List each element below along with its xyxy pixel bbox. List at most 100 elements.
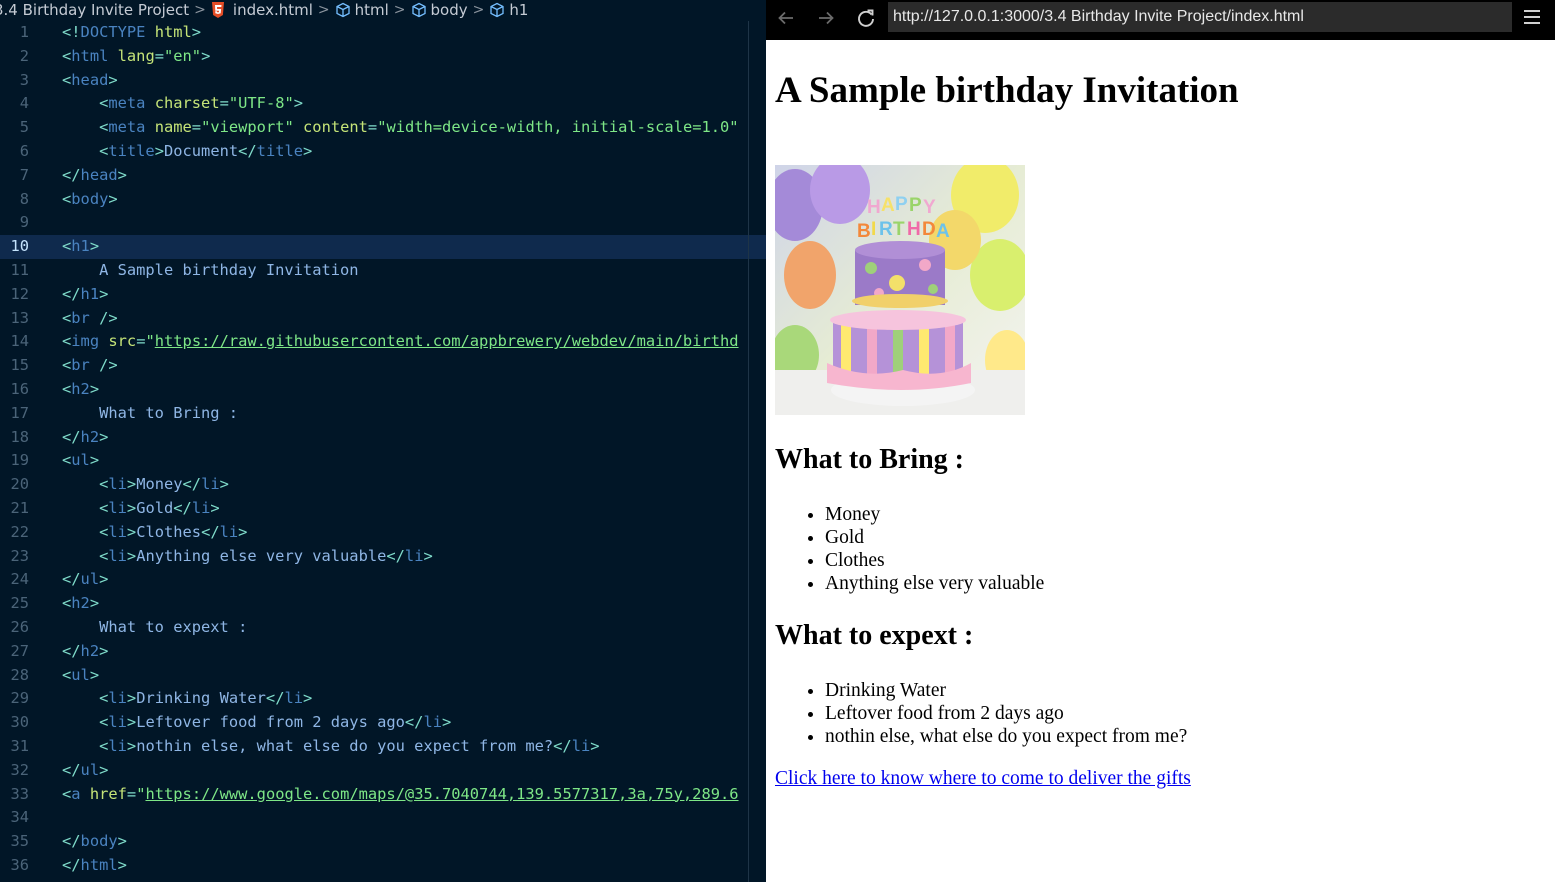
line-text: <h2>	[62, 594, 100, 613]
gifts-location-link[interactable]: Click here to know where to come to deli…	[775, 768, 1191, 790]
code-line[interactable]: 26 What to expext :	[0, 616, 766, 640]
page-heading: A Sample birthday Invitation	[775, 70, 1239, 111]
svg-text:A: A	[881, 195, 895, 216]
code-line[interactable]: 15 <br />	[0, 354, 766, 378]
line-number: 13	[10, 308, 29, 327]
line-number: 3	[19, 70, 29, 89]
line-text: <li>Leftover food from 2 days ago</li>	[99, 713, 452, 732]
svg-text:H: H	[867, 197, 881, 218]
line-text: <meta name="viewport" content="width=dev…	[99, 118, 739, 137]
code-line[interactable]: 29 <li>Drinking Water</li>	[0, 687, 766, 711]
line-number: 32	[10, 760, 29, 779]
chevron-right-icon: >	[194, 2, 206, 18]
line-text: <img src="https://raw.githubusercontent.…	[62, 332, 739, 351]
line-number: 26	[10, 617, 29, 636]
code-line[interactable]: 7 </head>	[0, 164, 766, 188]
line-text: <!DOCTYPE html>	[62, 23, 202, 41]
code-line[interactable]: 13 <br />	[0, 307, 766, 331]
breadcrumb-h1[interactable]: h1	[489, 1, 528, 19]
code-line[interactable]: 23 <li>Anything else very valuable</li>	[0, 545, 766, 569]
breadcrumb: 3.4 Birthday Invite Project > index.html…	[0, 0, 528, 20]
vertical-ruler	[748, 21, 749, 882]
breadcrumb-file[interactable]: index.html	[211, 1, 313, 19]
line-number: 36	[10, 855, 29, 874]
birthday-cake-image: H A P P Y B I R T H D A	[775, 165, 1025, 415]
breadcrumb-body[interactable]: body	[411, 1, 468, 19]
line-text: <br />	[62, 308, 118, 327]
code-line[interactable]: 21 <li>Gold</li>	[0, 497, 766, 521]
line-text: </body>	[62, 832, 127, 851]
code-line[interactable]: 19 <ul>	[0, 449, 766, 473]
svg-text:I: I	[871, 219, 876, 240]
code-line[interactable]: 12 </h1>	[0, 283, 766, 307]
code-line[interactable]: 24 </ul>	[0, 568, 766, 592]
line-text: </ul>	[62, 570, 109, 589]
code-line[interactable]: 35 </body>	[0, 830, 766, 854]
code-line[interactable]: 16 <h2>	[0, 378, 766, 402]
code-line[interactable]: 33 <a href="https://www.google.com/maps/@…	[0, 783, 766, 807]
breadcrumb-folder[interactable]: 3.4 Birthday Invite Project	[0, 1, 189, 19]
line-number: 21	[10, 498, 29, 517]
line-text: <li>Drinking Water</li>	[99, 689, 313, 708]
line-number: 33	[10, 784, 29, 803]
code-line[interactable]: 8 <body>	[0, 188, 766, 212]
svg-text:B: B	[857, 221, 871, 242]
arrow-left-icon[interactable]	[772, 4, 800, 32]
code-editor[interactable]: 3.4 Birthday Invite Project > index.html…	[0, 0, 766, 882]
code-line[interactable]: 28 <ul>	[0, 664, 766, 688]
code-line[interactable]: 34	[0, 806, 766, 830]
code-line[interactable]: 5 <meta name="viewport" content="width=d…	[0, 116, 766, 140]
code-line[interactable]: 25 <h2>	[0, 592, 766, 616]
code-line-current[interactable]: 10 <h1>	[0, 235, 766, 259]
code-line[interactable]: 17 What to Bring :	[0, 402, 766, 426]
line-text: </head>	[62, 165, 127, 184]
line-number: 11	[10, 260, 29, 279]
chevron-right-icon: >	[472, 2, 485, 18]
breadcrumb-html[interactable]: html	[335, 1, 389, 19]
code-line[interactable]: 18 </h2>	[0, 426, 766, 450]
code-line[interactable]: 2 <html lang="en">	[0, 45, 766, 69]
line-number: 18	[10, 427, 29, 446]
line-text: </ul>	[62, 760, 109, 779]
line-number: 14	[10, 332, 29, 351]
line-text: <head>	[62, 70, 118, 89]
svg-text:P: P	[909, 195, 922, 216]
line-text: <title>Document</title>	[99, 141, 313, 160]
line-number: 10	[10, 237, 29, 256]
line-number: 17	[10, 403, 29, 422]
line-text: <ul>	[62, 665, 100, 684]
line-number: 6	[19, 141, 29, 160]
breadcrumb-h1-label: h1	[509, 1, 529, 19]
line-number: 30	[10, 713, 29, 732]
code-line[interactable]: 9	[0, 211, 766, 235]
code-line[interactable]: 32 </ul>	[0, 759, 766, 783]
code-line[interactable]: 14 <img src="https://raw.githubuserconten…	[0, 330, 766, 354]
line-text: <h1>	[62, 237, 100, 256]
arrow-right-icon[interactable]	[812, 4, 840, 32]
code-line[interactable]: 4 <meta charset="UTF-8">	[0, 92, 766, 116]
code-line[interactable]: 3 <head>	[0, 69, 766, 93]
line-number: 25	[10, 594, 29, 613]
breadcrumb-folder-label: 3.4 Birthday Invite Project	[0, 1, 190, 19]
html5-icon	[211, 2, 224, 18]
code-line[interactable]: 6 <title>Document</title>	[0, 140, 766, 164]
code-line[interactable]: 31 <li>nothin else, what else do you exp…	[0, 735, 766, 759]
list-item: nothin else, what else do you expect fro…	[825, 725, 1187, 748]
expect-list: Drinking Water Leftover food from 2 days…	[775, 679, 1187, 748]
code-line[interactable]: 20 <li>Money</li>	[0, 473, 766, 497]
code-line[interactable]: 1 <!DOCTYPE html>	[0, 21, 766, 45]
line-text: </h1>	[62, 284, 109, 303]
code-line[interactable]: 11 A Sample birthday Invitation	[0, 259, 766, 283]
hamburger-menu-icon[interactable]	[1522, 7, 1542, 27]
line-number: 24	[10, 570, 29, 589]
reload-icon[interactable]	[852, 4, 880, 32]
address-bar[interactable]: http://127.0.0.1:3000/3.4 Birthday Invit…	[888, 2, 1512, 32]
code-line[interactable]: 22 <li>Clothes</li>	[0, 521, 766, 545]
code-line[interactable]: 30 <li>Leftover food from 2 days ago</li…	[0, 711, 766, 735]
code-line[interactable]: 36 </html>	[0, 854, 766, 878]
line-text: <html lang="en">	[62, 46, 211, 65]
code-area[interactable]: 1 <!DOCTYPE html> 2 <html lang="en"> 3 <hea…	[0, 21, 766, 878]
code-line[interactable]: 27 </h2>	[0, 640, 766, 664]
list-item: Money	[825, 503, 1044, 526]
line-number: 35	[10, 832, 29, 851]
